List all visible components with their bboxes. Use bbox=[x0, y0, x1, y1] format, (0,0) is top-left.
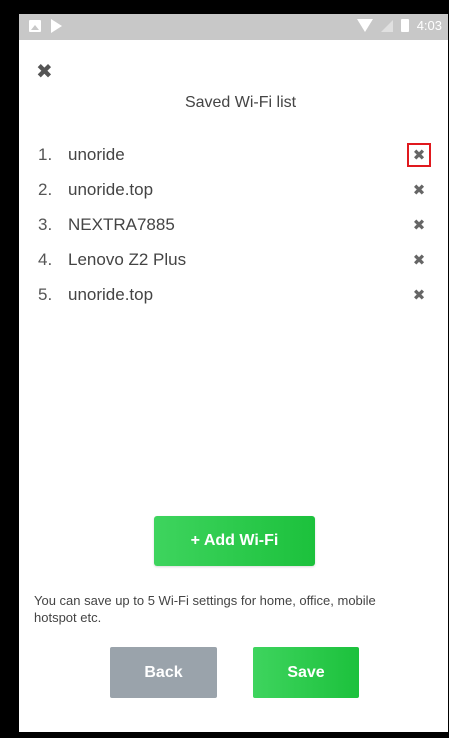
wifi-name: unoride.top bbox=[68, 180, 154, 199]
list-item: 5. unoride.top ✖ bbox=[19, 278, 448, 313]
delete-icon[interactable]: ✖ bbox=[407, 213, 431, 237]
wifi-list: 1. unoride ✖ 2. unoride.top ✖ 3. NEXTRA7… bbox=[19, 138, 448, 313]
delete-icon[interactable]: ✖ bbox=[407, 143, 431, 167]
app-screen: 4:03 ✖ Saved Wi-Fi list 1. unoride ✖ 2. … bbox=[19, 14, 448, 732]
list-item: 3. NEXTRA7885 ✖ bbox=[19, 208, 448, 243]
wifi-name: Lenovo Z2 Plus bbox=[68, 250, 187, 269]
play-store-icon bbox=[51, 19, 62, 33]
delete-icon[interactable]: ✖ bbox=[407, 248, 431, 272]
list-item: 4. Lenovo Z2 Plus ✖ bbox=[19, 243, 448, 278]
delete-icon[interactable]: ✖ bbox=[407, 178, 431, 202]
image-icon bbox=[29, 20, 41, 32]
list-item-number: 2. bbox=[38, 180, 53, 199]
wifi-name: unoride bbox=[68, 145, 125, 164]
status-bar: 4:03 bbox=[19, 14, 448, 40]
close-icon[interactable]: ✖ bbox=[36, 62, 53, 82]
signal-icon bbox=[380, 19, 393, 32]
battery-icon bbox=[400, 19, 409, 32]
list-item: 1. unoride ✖ bbox=[19, 138, 448, 173]
save-button[interactable]: Save bbox=[253, 647, 359, 698]
info-text: You can save up to 5 Wi-Fi settings for … bbox=[34, 593, 376, 625]
wifi-name: unoride.top bbox=[68, 285, 154, 304]
wifi-icon bbox=[356, 19, 373, 32]
wifi-name: NEXTRA7885 bbox=[68, 215, 175, 234]
list-item-number: 3. bbox=[38, 215, 53, 234]
list-item-number: 4. bbox=[38, 250, 53, 269]
add-wifi-button[interactable]: + Add Wi-Fi bbox=[154, 516, 315, 566]
back-button[interactable]: Back bbox=[110, 647, 217, 698]
list-item: 2. unoride.top ✖ bbox=[19, 173, 448, 208]
page-title: Saved Wi-Fi list bbox=[184, 94, 297, 111]
delete-icon[interactable]: ✖ bbox=[407, 283, 431, 307]
list-item-number: 5. bbox=[38, 285, 53, 304]
status-time: 4:03 bbox=[416, 18, 442, 33]
list-item-number: 1. bbox=[38, 145, 53, 164]
